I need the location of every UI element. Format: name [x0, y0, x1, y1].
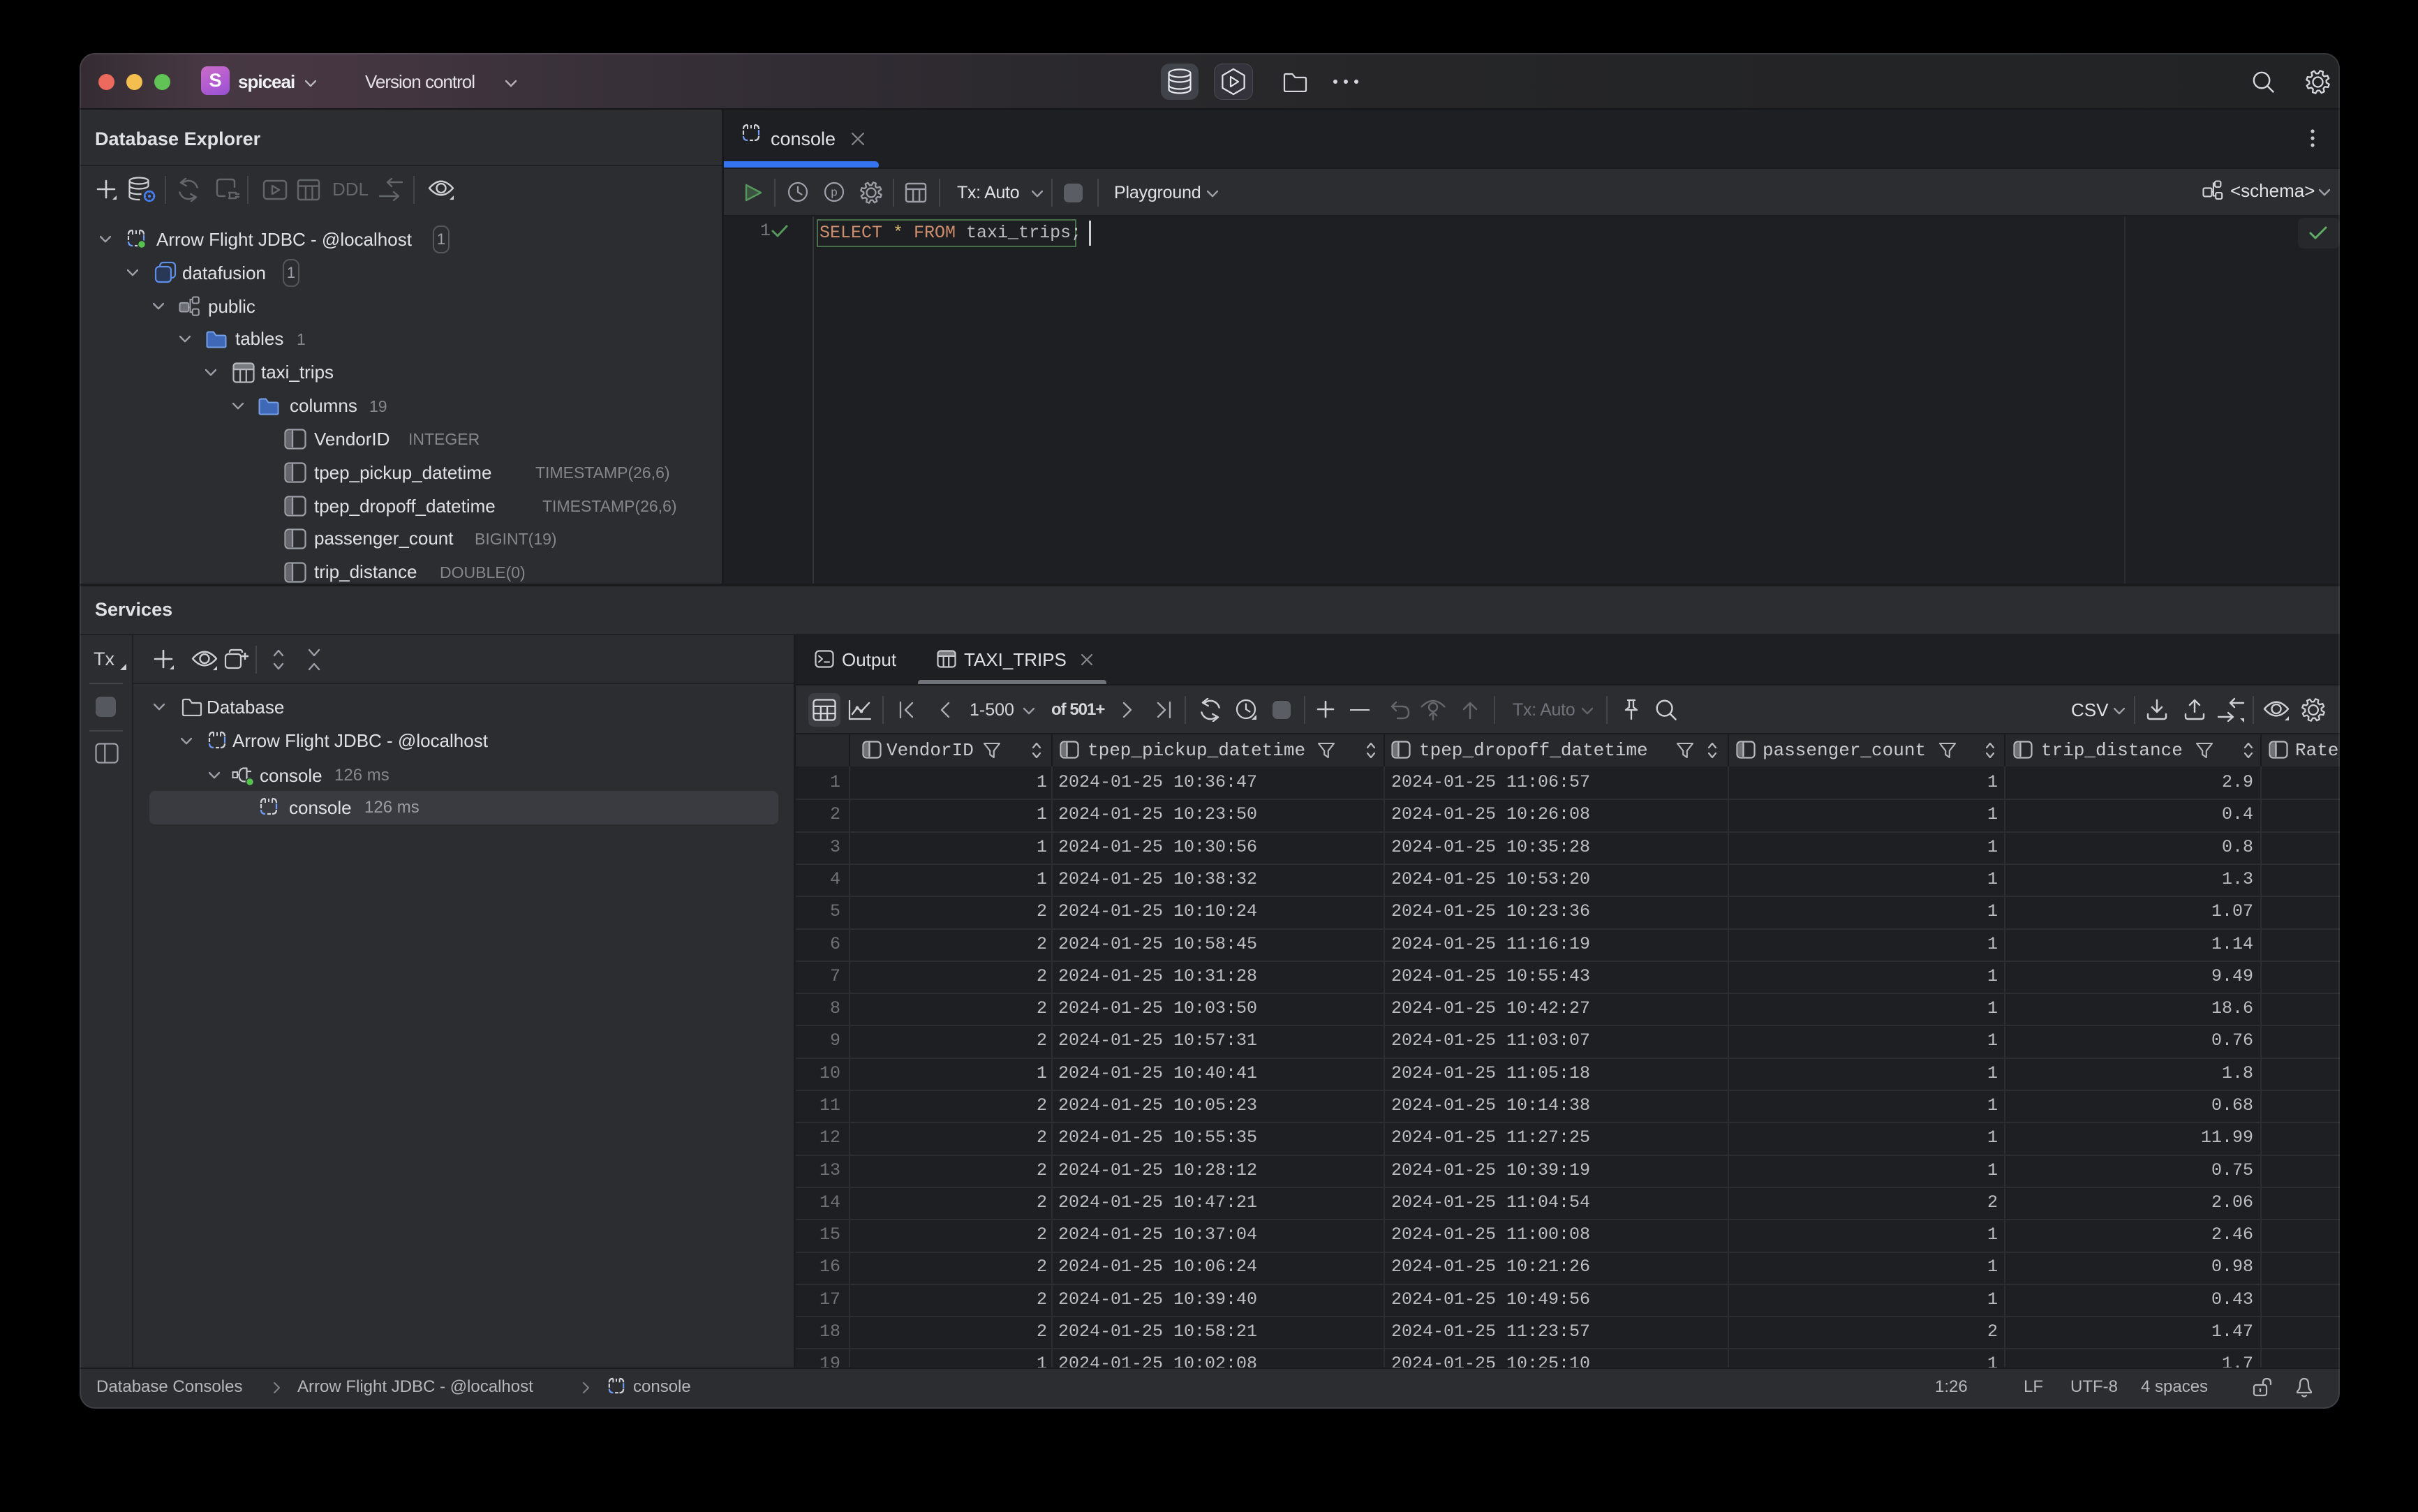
svg-text:p: p	[831, 186, 837, 198]
